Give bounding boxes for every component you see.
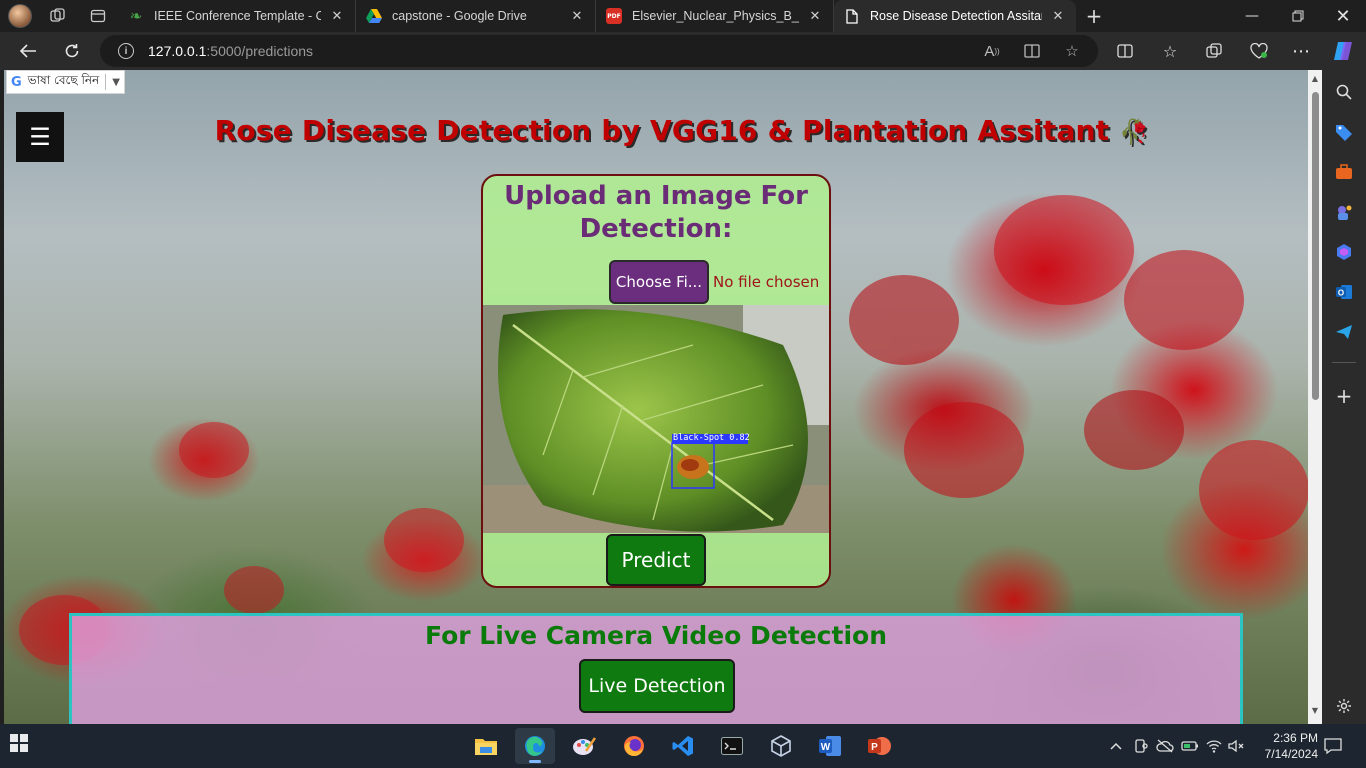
sidebar-divider (1332, 362, 1356, 363)
page-scrollbar[interactable]: ▲ ▼ (1308, 70, 1322, 724)
tab-title: IEEE Conference Template - Onlin (154, 9, 321, 23)
tab-title: Elsevier_Nuclear_Physics_B_journ (632, 9, 799, 23)
detection-label: Black-Spot 0.82 (673, 433, 750, 443)
translate-language-label: ভাষা বেছে নিন (27, 73, 100, 87)
upload-card: Upload an Image For Detection: Choose Fi… (481, 174, 831, 588)
virtualbox-icon[interactable] (761, 728, 801, 764)
svg-text:O: O (1338, 289, 1344, 298)
profile-avatar[interactable] (8, 4, 32, 28)
firefox-icon[interactable] (614, 728, 654, 764)
clock-time: 2:36 PM (1273, 731, 1318, 745)
terminal-icon[interactable] (712, 728, 752, 764)
send-telegram-icon[interactable] (1332, 320, 1356, 344)
svg-text:P: P (871, 742, 878, 753)
powerpoint-icon[interactable]: P (859, 728, 899, 764)
tab-actions-icon[interactable] (78, 0, 118, 32)
windows-start-icon[interactable] (10, 734, 36, 760)
wilted-rose-icon: 🥀 (1119, 118, 1150, 146)
read-aloud-icon[interactable]: A)) (976, 35, 1008, 67)
close-icon[interactable]: ✕ (567, 9, 587, 24)
close-icon[interactable]: ✕ (805, 9, 825, 24)
vscode-icon[interactable] (663, 728, 703, 764)
overleaf-icon: ❧ (129, 7, 143, 25)
browser-tab-strip: ❧ IEEE Conference Template - Onlin ✕ cap… (0, 0, 1366, 32)
system-clock[interactable]: 2:36 PM 7/14/2024 (1252, 730, 1318, 762)
scroll-down-arrow-icon[interactable]: ▼ (1310, 706, 1320, 718)
page-viewport: G ভাষা বেছে নিন ▼ ☰ Rose Disease Detecti… (4, 70, 1322, 724)
tools-briefcase-icon[interactable] (1332, 160, 1356, 184)
google-translate-widget[interactable]: G ভাষা বেছে নিন ▼ (6, 70, 125, 94)
shopping-tag-icon[interactable] (1332, 120, 1356, 144)
tab-ieee[interactable]: ❧ IEEE Conference Template - Onlin ✕ (118, 0, 356, 32)
file-input[interactable]: Choose Fi... No file chosen (609, 260, 819, 304)
close-window-icon[interactable]: ✕ (1320, 0, 1366, 32)
wifi-icon[interactable] (1206, 724, 1222, 768)
settings-gear-icon[interactable] (1332, 694, 1356, 718)
live-detection-heading: For Live Camera Video Detection (425, 621, 887, 650)
restore-icon[interactable] (1275, 0, 1321, 32)
cloud-offline-icon[interactable] (1156, 724, 1174, 768)
split-screen-icon[interactable] (1106, 32, 1144, 70)
copilot-sidebar-icon[interactable] (1332, 240, 1356, 264)
tab-google-drive[interactable]: capstone - Google Drive ✕ (356, 0, 596, 32)
paint-icon[interactable] (564, 728, 604, 764)
favorites-icon[interactable]: ☆ (1151, 32, 1189, 70)
more-options-icon[interactable]: ⋯ (1282, 32, 1320, 70)
windows-taskbar: W P 2:36 PM 7/14/2024 (0, 724, 1366, 768)
address-bar[interactable]: i 127.0.0.1:5000/predictions A)) ☆ (100, 35, 1098, 67)
close-icon[interactable]: ✕ (1048, 9, 1068, 24)
scroll-up-arrow-icon[interactable]: ▲ (1310, 74, 1320, 86)
browser-essentials-icon[interactable] (1240, 32, 1278, 70)
refresh-icon[interactable] (54, 35, 90, 67)
workspaces-icon[interactable] (38, 0, 78, 32)
immersive-reader-icon[interactable] (1016, 35, 1048, 67)
pdf-icon: PDF (606, 8, 622, 24)
notifications-icon[interactable] (1324, 724, 1342, 768)
favorite-star-icon[interactable]: ☆ (1056, 35, 1088, 67)
live-detection-section: For Live Camera Video Detection Live Det… (69, 613, 1243, 724)
volume-muted-icon[interactable] (1228, 724, 1244, 768)
edge-sidebar: O + (1322, 70, 1366, 724)
tab-elsevier[interactable]: PDF Elsevier_Nuclear_Physics_B_journ ✕ (596, 0, 834, 32)
browser-toolbar: i 127.0.0.1:5000/predictions A)) ☆ ☆ ⋯ (0, 32, 1366, 70)
show-hidden-icons-chevron-icon[interactable] (1110, 724, 1122, 768)
search-icon[interactable] (1332, 80, 1356, 104)
collections-icon[interactable] (1195, 32, 1233, 70)
outlook-icon[interactable]: O (1332, 280, 1356, 304)
clock-date: 7/14/2024 (1264, 747, 1318, 761)
tab-title: Rose Disease Detection Assitant (870, 9, 1042, 23)
divider (105, 74, 107, 90)
page-title: Rose Disease Detection by VGG16 & Planta… (4, 114, 1322, 147)
word-icon[interactable]: W (810, 728, 850, 764)
choose-file-button[interactable]: Choose Fi... (609, 260, 709, 304)
back-icon[interactable] (10, 35, 46, 67)
scrollbar-thumb[interactable] (1312, 92, 1319, 400)
detection-result-image: Black-Spot 0.82 (483, 305, 829, 533)
add-icon[interactable]: + (1332, 384, 1356, 408)
upload-heading: Upload an Image For Detection: (504, 181, 808, 244)
google-drive-icon (366, 8, 382, 24)
tab-title: capstone - Google Drive (392, 9, 527, 23)
minimize-icon[interactable]: — (1229, 0, 1275, 32)
new-tab-button[interactable]: + (1076, 0, 1112, 32)
battery-icon[interactable] (1181, 724, 1199, 768)
url-path: :5000/predictions (206, 43, 314, 59)
games-icon[interactable] (1332, 200, 1356, 224)
svg-text:W: W (821, 742, 831, 753)
device-icon[interactable] (1134, 724, 1148, 768)
tab-rose-disease[interactable]: Rose Disease Detection Assitant ✕ (834, 0, 1076, 32)
page-icon (844, 8, 860, 24)
edge-browser-icon[interactable] (515, 728, 555, 764)
predict-button[interactable]: Predict (606, 534, 706, 586)
close-icon[interactable]: ✕ (327, 9, 347, 24)
copilot-icon[interactable] (1324, 32, 1362, 70)
chevron-down-icon: ▼ (112, 76, 120, 88)
live-detection-button[interactable]: Live Detection (579, 659, 735, 713)
google-g-icon: G (11, 74, 22, 90)
file-explorer-icon[interactable] (466, 728, 506, 764)
url-host: 127.0.0.1 (148, 43, 207, 59)
site-info-icon[interactable]: i (118, 43, 134, 59)
page-title-text: Rose Disease Detection by VGG16 & Planta… (214, 114, 1110, 147)
file-status-text: No file chosen (713, 273, 820, 291)
